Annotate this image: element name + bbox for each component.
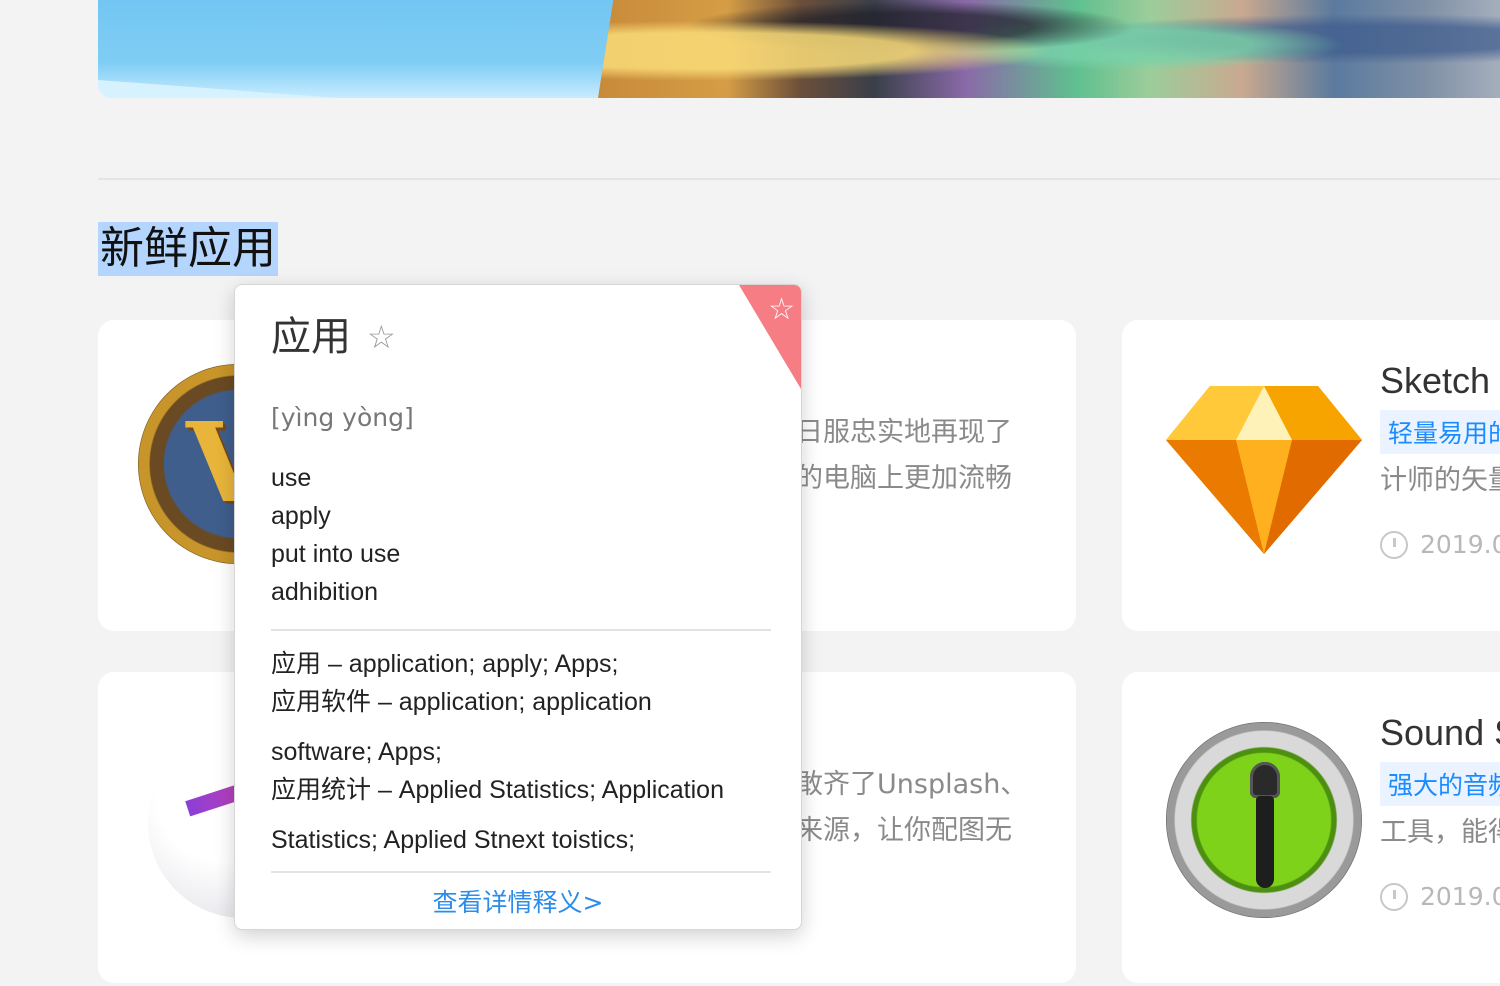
sketch-diamond-icon[interactable] <box>1166 376 1362 556</box>
app-date: 2019.0 <box>1380 882 1500 911</box>
app-card-sound[interactable]: Sound S 强大的音频 工具，能得 2019.0 <box>1122 672 1500 983</box>
headword-row: 应用 ☆ <box>271 311 396 363</box>
top-banner[interactable] <box>98 0 1500 98</box>
dictionary-popup: ☆ 应用 ☆ [yìng yòng] use apply put into us… <box>234 284 802 930</box>
app-date: 2019.0 <box>1380 530 1500 559</box>
phrase-item: 应用 – application; apply; Apps; <box>271 650 619 678</box>
phrase-item: Statistics; Applied Stnext toistics; <box>271 826 636 854</box>
meaning-item: use <box>271 464 312 492</box>
meaning-item: apply <box>271 502 331 530</box>
app-title[interactable]: Sound S <box>1380 712 1500 754</box>
meaning-item: adhibition <box>271 578 379 606</box>
phrase-item: software; Apps; <box>271 738 442 766</box>
section-title: 新鲜应用 <box>98 222 278 276</box>
card-description: 日服忠实地再现了 的电脑上更加流畅 <box>796 417 1012 494</box>
divider <box>271 629 771 631</box>
date-text: 2019.0 <box>1420 882 1500 911</box>
microphone-icon[interactable] <box>1166 722 1362 918</box>
date-text: 2019.0 <box>1420 530 1500 559</box>
banner-light-shape <box>98 80 338 98</box>
phrase-list: 应用 – application; apply; Apps; 应用软件 – ap… <box>271 645 781 859</box>
app-tag: 轻量易用的 <box>1380 410 1500 454</box>
meaning-item: put into use <box>271 540 401 568</box>
banner-artwork <box>598 0 1500 98</box>
meaning-list: use apply put into use adhibition <box>271 459 400 611</box>
divider <box>271 871 771 873</box>
app-card-sketch[interactable]: Sketch 3 轻量易用的 计师的矢量 2019.0 <box>1122 320 1500 631</box>
card-description: 敢齐了Unsplash、 来源，让你配图无 <box>796 769 1028 846</box>
app-title[interactable]: Sketch 3 <box>1380 360 1500 402</box>
phrase-item: 应用统计 – Applied Statistics; Application <box>271 776 724 804</box>
app-subtitle: 计师的矢量 <box>1380 465 1500 496</box>
clock-icon <box>1380 882 1408 911</box>
app-subtitle: 工具，能得 <box>1380 817 1500 848</box>
clock-icon <box>1380 530 1408 559</box>
phrase-item: 应用软件 – application; application <box>271 688 652 716</box>
star-outline-icon[interactable]: ☆ <box>367 321 396 353</box>
view-details-link[interactable]: 查看详情释义> <box>235 883 801 919</box>
app-tag: 强大的音频 <box>1380 762 1500 806</box>
headword: 应用 <box>271 314 351 360</box>
star-outline-icon[interactable]: ☆ <box>768 295 795 325</box>
pinyin: [yìng yòng] <box>271 403 414 432</box>
section-divider <box>98 178 1500 180</box>
